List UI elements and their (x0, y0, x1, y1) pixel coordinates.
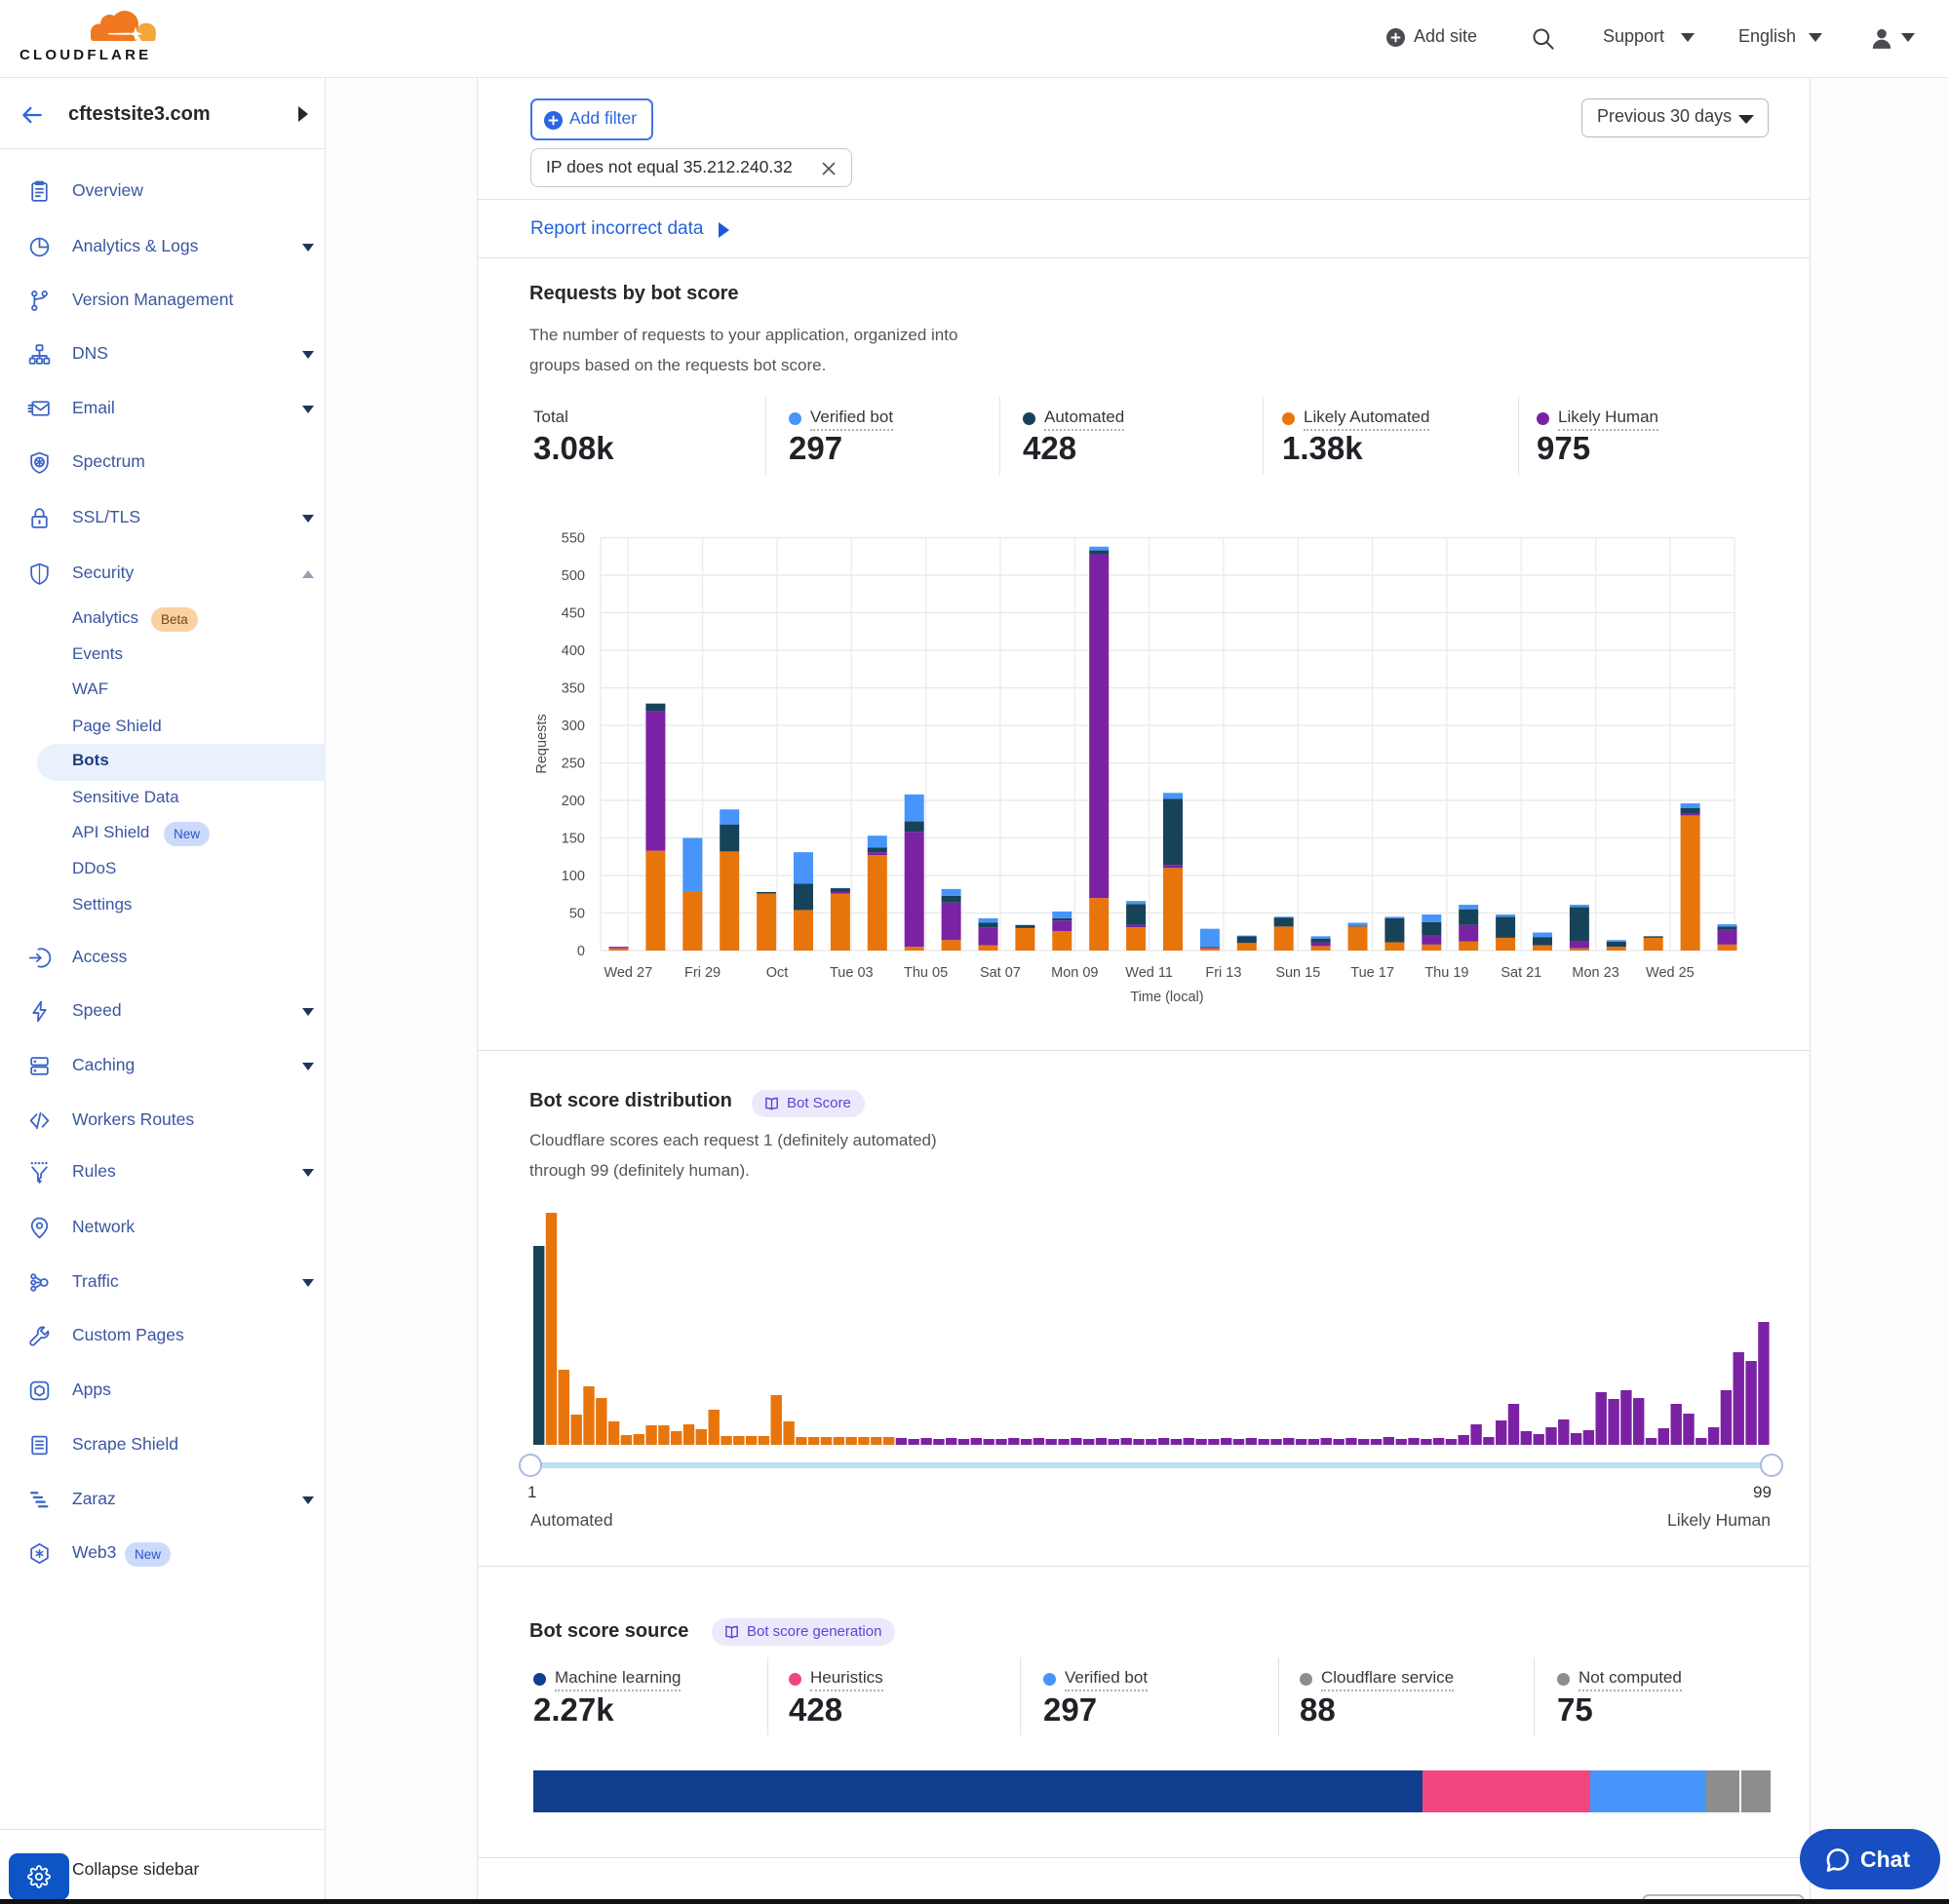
svg-text:Wed 27: Wed 27 (604, 965, 652, 981)
svg-text:Mon 09: Mon 09 (1051, 965, 1098, 981)
svg-text:0: 0 (577, 944, 585, 959)
svg-text:Wed 25: Wed 25 (1646, 965, 1695, 981)
svg-text:Oct: Oct (766, 965, 789, 981)
svg-text:250: 250 (562, 757, 585, 772)
svg-text:500: 500 (562, 568, 585, 584)
svg-text:Thu 05: Thu 05 (904, 965, 948, 981)
svg-text:200: 200 (562, 794, 585, 809)
svg-text:450: 450 (562, 606, 585, 622)
svg-text:Sun 15: Sun 15 (1275, 965, 1320, 981)
svg-text:Sat 21: Sat 21 (1501, 965, 1541, 981)
svg-text:Thu 19: Thu 19 (1424, 965, 1468, 981)
svg-text:Tue 03: Tue 03 (830, 965, 874, 981)
svg-text:Fri 29: Fri 29 (684, 965, 721, 981)
svg-text:Fri 13: Fri 13 (1205, 965, 1241, 981)
svg-text:350: 350 (562, 681, 585, 697)
svg-text:400: 400 (562, 643, 585, 659)
svg-text:Wed 11: Wed 11 (1125, 965, 1173, 981)
svg-text:Sat 07: Sat 07 (980, 965, 1021, 981)
svg-text:150: 150 (562, 832, 585, 847)
svg-text:Requests: Requests (534, 714, 550, 773)
svg-text:Tue 17: Tue 17 (1350, 965, 1394, 981)
svg-text:300: 300 (562, 719, 585, 734)
svg-text:100: 100 (562, 869, 585, 884)
svg-text:Time (local): Time (local) (1130, 990, 1203, 1005)
svg-text:50: 50 (569, 907, 585, 922)
svg-text:Mon 23: Mon 23 (1572, 965, 1618, 981)
svg-text:550: 550 (562, 531, 585, 547)
